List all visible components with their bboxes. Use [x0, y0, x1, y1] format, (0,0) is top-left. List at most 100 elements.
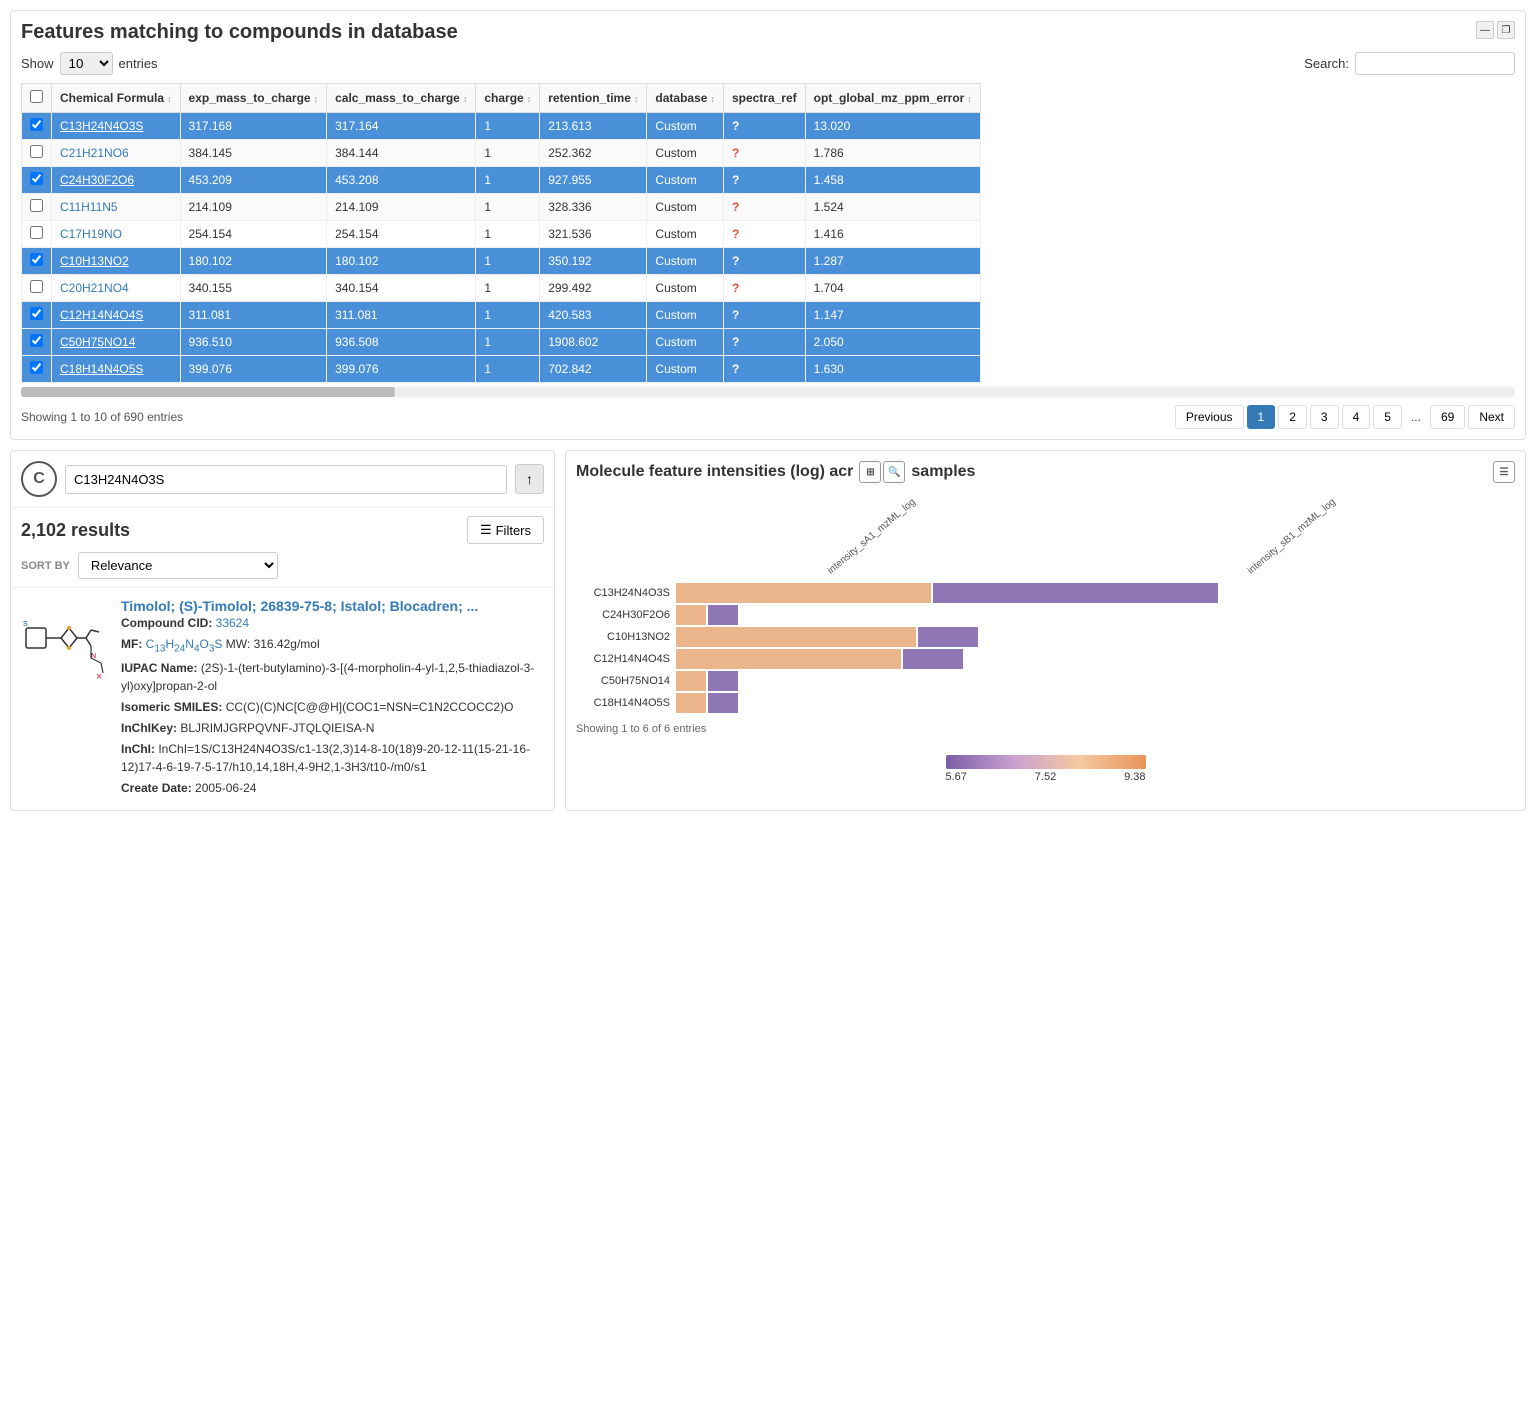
chem-result-item: S N × Timolol; (S)-Timolol; 26839-75-8; … — [11, 587, 554, 810]
legend-labels: 5.67 7.52 9.38 — [946, 771, 1146, 783]
minimize-button[interactable]: — — [1476, 21, 1494, 39]
ppm-cell: 1.416 — [805, 221, 980, 248]
row-checkbox[interactable] — [30, 199, 43, 212]
formula-link[interactable]: C13H24N4O3S — [60, 119, 143, 133]
db-cell: Custom — [647, 302, 724, 329]
compound-title[interactable]: Timolol; (S)-Timolol; 26839-75-8; Istalo… — [121, 598, 478, 614]
sb1-bar — [918, 627, 978, 647]
row-checkbox[interactable] — [30, 361, 43, 374]
row-checkbox-cell[interactable] — [22, 275, 52, 302]
chart-zoom-icon[interactable]: ⊞ — [859, 461, 881, 483]
row-checkbox[interactable] — [30, 307, 43, 320]
header-charge[interactable]: charge↕ — [476, 84, 540, 113]
header-exp-mz[interactable]: exp_mass_to_charge↕ — [180, 84, 327, 113]
table-row: C20H21NO4 340.155 340.154 1 299.492 Cust… — [22, 275, 981, 302]
row-checkbox-cell[interactable] — [22, 356, 52, 383]
header-retention-time[interactable]: retention_time↕ — [540, 84, 647, 113]
formula-link[interactable]: C50H75NO14 — [60, 335, 135, 349]
db-cell: Custom — [647, 356, 724, 383]
charge-cell: 1 — [476, 329, 540, 356]
select-all-checkbox[interactable] — [30, 90, 43, 103]
spectra-ref-value: ? — [732, 254, 739, 268]
formula-link[interactable]: C20H21NO4 — [60, 281, 129, 295]
ppm-cell: 1.147 — [805, 302, 980, 329]
page-2-button[interactable]: 2 — [1278, 405, 1307, 429]
formula-link[interactable]: C11H11N5 — [60, 200, 118, 214]
filters-label: Filters — [496, 523, 531, 538]
sb1-bar — [708, 671, 738, 691]
header-checkbox[interactable] — [22, 84, 52, 113]
cid-link[interactable]: 33624 — [216, 616, 249, 630]
rt-cell: 328.336 — [540, 194, 647, 221]
formula-link[interactable]: C12H14N4O4S — [60, 308, 143, 322]
page-4-button[interactable]: 4 — [1342, 405, 1371, 429]
col-header-sa1: intensity_sA1_mzML_log — [676, 572, 1096, 583]
row-checkbox-cell[interactable] — [22, 329, 52, 356]
previous-button[interactable]: Previous — [1175, 405, 1244, 429]
search-input[interactable] — [1355, 52, 1515, 75]
page-3-button[interactable]: 3 — [1310, 405, 1339, 429]
chem-search-input[interactable] — [65, 465, 507, 494]
charge-cell: 1 — [476, 221, 540, 248]
db-cell: Custom — [647, 194, 724, 221]
next-button[interactable]: Next — [1468, 405, 1515, 429]
svg-text:S: S — [23, 621, 28, 628]
rt-cell: 927.955 — [540, 167, 647, 194]
row-checkbox-cell[interactable] — [22, 140, 52, 167]
row-checkbox-cell[interactable] — [22, 113, 52, 140]
table-row: C11H11N5 214.109 214.109 1 328.336 Custo… — [22, 194, 981, 221]
chart-search-icon[interactable]: 🔍 — [883, 461, 905, 483]
page-1-button[interactable]: 1 — [1247, 405, 1276, 429]
formula-link[interactable]: C24H30F2O6 — [60, 173, 134, 187]
ppm-cell: 1.287 — [805, 248, 980, 275]
sort-select[interactable]: Relevance Name CID — [78, 552, 278, 579]
inchikey-value: BLJRIMJGRPQVNF-JTQLQIEISA-N — [180, 721, 374, 735]
formula-cell: C50H75NO14 — [52, 329, 181, 356]
calc-mz-cell: 384.144 — [327, 140, 476, 167]
formula-link[interactable]: C18H14N4O5S — [60, 362, 143, 376]
row-checkbox[interactable] — [30, 334, 43, 347]
row-checkbox[interactable] — [30, 253, 43, 266]
page-5-button[interactable]: 5 — [1373, 405, 1402, 429]
chem-icon: C — [21, 461, 57, 497]
chart-menu-icon[interactable]: ☰ — [1493, 461, 1515, 483]
header-calc-mz[interactable]: calc_mass_to_charge↕ — [327, 84, 476, 113]
row-checkbox[interactable] — [30, 226, 43, 239]
row-checkbox-cell[interactable] — [22, 302, 52, 329]
header-ppm-error[interactable]: opt_global_mz_ppm_error↕ — [805, 84, 980, 113]
row-checkbox-cell[interactable] — [22, 167, 52, 194]
page-69-button[interactable]: 69 — [1430, 405, 1465, 429]
spectra-ref-value: ? — [732, 200, 739, 214]
pagination: Previous 1 2 3 4 5 ... 69 Next — [1175, 405, 1515, 429]
header-chemical-formula[interactable]: Chemical Formula↕ — [52, 84, 181, 113]
inchi-line: InChI: InChI=1S/C13H24N4O3S/c1-13(2,3)14… — [121, 740, 544, 776]
row-checkbox[interactable] — [30, 280, 43, 293]
formula-link[interactable]: C17H19NO — [60, 227, 122, 241]
sa1-bar — [676, 693, 706, 713]
ppm-cell: 13.020 — [805, 113, 980, 140]
rt-cell: 420.583 — [540, 302, 647, 329]
header-spectra-ref[interactable]: spectra_ref — [723, 84, 805, 113]
row-checkbox-cell[interactable] — [22, 194, 52, 221]
maximize-button[interactable]: ❐ — [1497, 21, 1515, 39]
smiles-value: CC(C)(C)NC[C@@H](COC1=NSN=C1N2CCOCC2)O — [226, 700, 514, 714]
formula-link[interactable]: C21H21NO6 — [60, 146, 129, 160]
header-database[interactable]: database↕ — [647, 84, 724, 113]
row-checkbox-cell[interactable] — [22, 248, 52, 275]
create-date-line: Create Date: 2005-06-24 — [121, 779, 544, 797]
features-table: Chemical Formula↕ exp_mass_to_charge↕ ca… — [21, 83, 1515, 383]
row-checkbox[interactable] — [30, 118, 43, 131]
row-checkbox[interactable] — [30, 172, 43, 185]
mf-value[interactable]: C13H24N4O3S — [146, 637, 223, 651]
row-checkbox[interactable] — [30, 145, 43, 158]
row-checkbox-cell[interactable] — [22, 221, 52, 248]
entries-select[interactable]: 10 25 50 100 — [60, 52, 113, 75]
horizontal-scrollbar[interactable] — [21, 387, 1515, 397]
calc-mz-cell: 311.081 — [327, 302, 476, 329]
chem-search-submit-button[interactable]: ↑ — [515, 464, 544, 494]
ppm-cell: 1.786 — [805, 140, 980, 167]
filters-button[interactable]: ☰ Filters — [467, 516, 544, 544]
col-label-sa1: intensity_sA1_mzML_log — [818, 497, 918, 583]
bar-label: C18H14N4O5S — [576, 697, 676, 709]
formula-link[interactable]: C10H13NO2 — [60, 254, 129, 268]
